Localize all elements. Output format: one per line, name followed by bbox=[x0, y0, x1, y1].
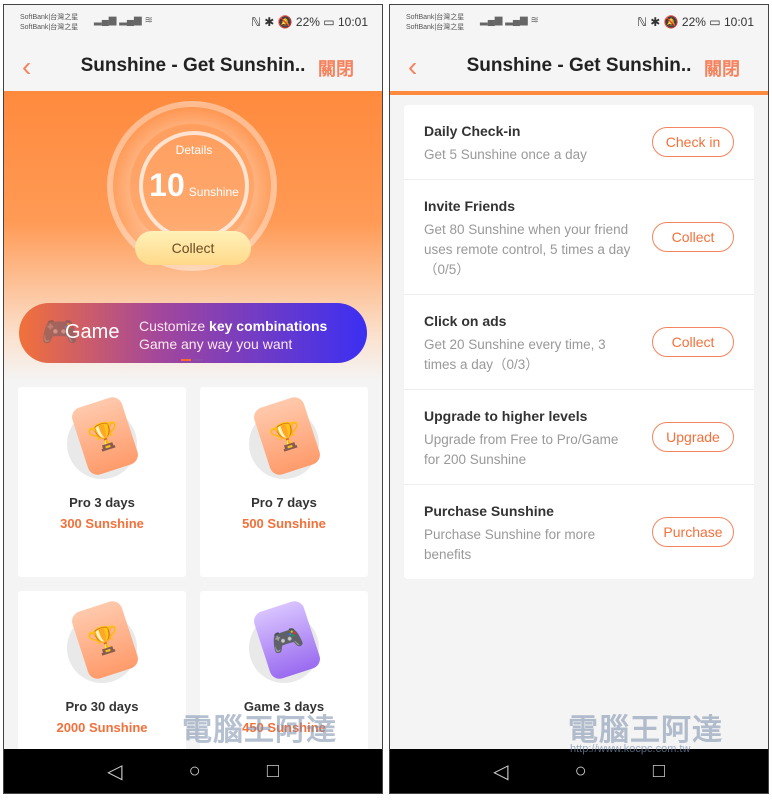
clock: 10:01 bbox=[723, 15, 754, 29]
close-button[interactable]: 關閉 bbox=[318, 55, 354, 81]
battery-percent: 22% bbox=[295, 15, 320, 29]
watermark-url: http://www.kocpc.com.tw bbox=[570, 743, 691, 755]
product-price: 2000 Sunshine bbox=[56, 720, 148, 735]
game-banner[interactable]: 🎮 Game Customize key combinations Game an… bbox=[19, 303, 367, 363]
product-name: Pro 3 days bbox=[69, 495, 135, 510]
watermark-logo: 電腦王阿達 bbox=[182, 714, 337, 747]
trophy-icon: 🏆 bbox=[69, 598, 141, 682]
page-title: Sunshine - Get Sunshin.. bbox=[466, 55, 692, 76]
home-circle-icon[interactable]: ○ bbox=[575, 760, 587, 783]
status-icons: ℕ ✱ 🔕 bbox=[251, 15, 293, 29]
task-desc: Get 5 Sunshine once a day bbox=[424, 147, 587, 162]
collect-invite-button[interactable]: Collect bbox=[652, 222, 734, 252]
app-header: ‹ Sunshine - Get Sunshin.. 關閉 bbox=[4, 41, 382, 91]
banner-title: Game bbox=[65, 321, 120, 343]
app-header: ‹ Sunshine - Get Sunshin.. 關閉 bbox=[390, 41, 768, 91]
sunshine-unit: Sunshine bbox=[188, 185, 239, 199]
battery-icon: ▭ bbox=[323, 15, 335, 29]
task-invite-friends: Invite Friends Get 80 Sunshine when your … bbox=[404, 180, 754, 295]
battery-percent: 22% bbox=[681, 15, 706, 29]
status-bar: SoftBank|台灣之星 SoftBank|台灣之星 ▂▄▆ ▂▄▆ ≋ ℕ ✱… bbox=[390, 5, 768, 41]
collect-ads-button[interactable]: Collect bbox=[652, 327, 734, 357]
collect-button[interactable]: Collect bbox=[135, 231, 251, 265]
gamepad-icon: 🎮 bbox=[251, 598, 323, 682]
product-price: 500 Sunshine bbox=[242, 516, 326, 531]
chevron-left-icon[interactable]: ‹ bbox=[408, 51, 417, 83]
banner-line1-bold: key combinations bbox=[209, 318, 328, 334]
system-nav-bar: ◁ ○ □ bbox=[390, 749, 768, 793]
task-purchase: Purchase Sunshine Purchase Sunshine for m… bbox=[404, 485, 754, 579]
task-click-ads: Click on ads Get 20 Sunshine every time, … bbox=[404, 295, 754, 390]
product-name: Pro 30 days bbox=[65, 699, 139, 714]
back-triangle-icon[interactable]: ◁ bbox=[493, 759, 508, 784]
banner-line1: Customize bbox=[139, 318, 210, 334]
trophy-icon: 🏆 bbox=[251, 394, 323, 478]
signal-icon: ▂▄▆ ▂▄▆ ≋ bbox=[480, 15, 539, 26]
status-icons: ℕ ✱ 🔕 bbox=[637, 15, 679, 29]
carrier-1: SoftBank|台灣之星 bbox=[406, 14, 465, 21]
details-link[interactable]: Details bbox=[4, 143, 382, 157]
trophy-icon: 🏆 bbox=[69, 394, 141, 478]
page-title: Sunshine - Get Sunshin.. bbox=[80, 55, 306, 76]
product-price: 300 Sunshine bbox=[60, 516, 144, 531]
task-upgrade: Upgrade to higher levels Upgrade from Fre… bbox=[404, 390, 754, 485]
status-bar: SoftBank|台灣之星 SoftBank|台灣之星 ▂▄▆ ▂▄▆ ≋ ℕ ✱… bbox=[4, 5, 382, 41]
task-desc: Upgrade from Free to Pro/Game for 200 Su… bbox=[424, 432, 619, 467]
task-daily-check-in: Daily Check-in Get 5 Sunshine once a day C… bbox=[404, 105, 754, 180]
home-circle-icon[interactable]: ○ bbox=[189, 760, 201, 783]
carousel-indicator bbox=[181, 359, 203, 361]
close-button[interactable]: 關閉 bbox=[704, 55, 740, 81]
battery-icon: ▭ bbox=[709, 15, 721, 29]
recents-square-icon[interactable]: □ bbox=[267, 760, 279, 783]
check-in-button[interactable]: Check in bbox=[652, 127, 734, 157]
sunshine-balance-panel: Details 10 Sunshine Collect 🎮 Game Custom… bbox=[4, 91, 382, 381]
product-card[interactable]: 🏆 Pro 7 days 500 Sunshine bbox=[200, 387, 368, 577]
carrier-1: SoftBank|台灣之星 bbox=[20, 14, 79, 21]
task-desc: Purchase Sunshine for more benefits bbox=[424, 527, 596, 562]
system-nav-bar: ◁ ○ □ bbox=[4, 749, 382, 793]
task-list: Daily Check-in Get 5 Sunshine once a day C… bbox=[404, 105, 754, 579]
purchase-button[interactable]: Purchase bbox=[652, 517, 734, 547]
phone-screen-store: SoftBank|台灣之星 SoftBank|台灣之星 ▂▄▆ ▂▄▆ ≋ ℕ ✱… bbox=[3, 4, 383, 794]
sunshine-amount: 10 bbox=[149, 167, 185, 203]
task-desc: Get 80 Sunshine when your friend uses re… bbox=[424, 222, 631, 277]
upgrade-button[interactable]: Upgrade bbox=[652, 422, 734, 452]
carrier-2: SoftBank|台灣之星 bbox=[20, 24, 79, 31]
clock: 10:01 bbox=[337, 15, 368, 29]
back-triangle-icon[interactable]: ◁ bbox=[107, 759, 122, 784]
recents-square-icon[interactable]: □ bbox=[653, 760, 665, 783]
task-name: Invite Friends bbox=[424, 198, 516, 214]
phone-screen-tasks: SoftBank|台灣之星 SoftBank|台灣之星 ▂▄▆ ▂▄▆ ≋ ℕ ✱… bbox=[389, 4, 769, 794]
banner-line2: Game any way you want bbox=[139, 336, 293, 352]
product-name: Pro 7 days bbox=[251, 495, 317, 510]
chevron-left-icon[interactable]: ‹ bbox=[22, 51, 31, 83]
task-desc: Get 20 Sunshine every time, 3 times a da… bbox=[424, 337, 606, 372]
signal-icon: ▂▄▆ ▂▄▆ ≋ bbox=[94, 15, 153, 26]
carrier-2: SoftBank|台灣之星 bbox=[406, 24, 465, 31]
product-card[interactable]: 🏆 Pro 3 days 300 Sunshine bbox=[18, 387, 186, 577]
